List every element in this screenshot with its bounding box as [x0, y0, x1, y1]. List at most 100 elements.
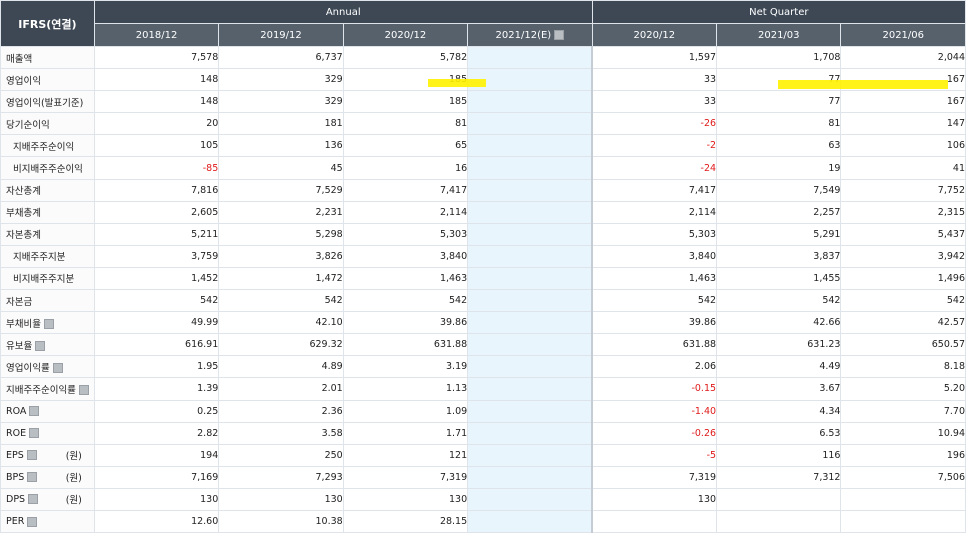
value-cell [467, 90, 593, 114]
value-cell: 3,840 [342, 244, 469, 268]
value-cell: 12.60 [93, 509, 220, 534]
help-icon[interactable] [28, 494, 39, 505]
value-cell: 650.57 [840, 333, 966, 357]
row-label: 지배주주순이익 [13, 141, 75, 153]
period-label: 2020/12 [384, 29, 427, 41]
value-cell: 5,782 [342, 45, 469, 70]
row-label: 영업이익(발표기준) [6, 97, 84, 109]
value-cell: 3,837 [716, 244, 842, 268]
value-cell: 3,840 [591, 244, 718, 268]
period-label: 2018/12 [135, 29, 178, 41]
value-cell [840, 487, 966, 511]
help-icon[interactable] [27, 516, 38, 527]
row-label-cell: 자본총계 [0, 222, 95, 246]
header-corner-label: IFRS(연결) [0, 0, 95, 47]
row-label: EPS [6, 449, 24, 461]
row-label-cell: 유보율 [0, 333, 95, 357]
row-label: 부채총계 [6, 208, 41, 220]
row-label: 자본금 [6, 296, 33, 308]
table-row: 자본금 542 542 542 542 542 542 [0, 289, 966, 313]
value-cell: 7,752 [840, 178, 966, 202]
value-cell: 116 [716, 443, 842, 467]
value-cell [467, 289, 593, 313]
value-cell: 63 [716, 134, 842, 158]
period-label: 2021/03 [757, 29, 800, 41]
value-cell: 2,315 [840, 200, 966, 224]
value-cell [467, 487, 593, 511]
row-label: 지배주주순이익률 [6, 384, 76, 396]
table-row: DPS (원) 130 130 130 130 [0, 487, 966, 511]
table-row: 지배주주순이익률 1.39 2.01 1.13 -0.15 3.67 5.20 [0, 377, 966, 401]
value-cell: 329 [218, 68, 344, 92]
table-row: 부채비율 49.99 42.10 39.86 39.86 42.66 42.57 [0, 311, 966, 335]
table-row: 유보율 616.91 629.32 631.88 631.88 631.23 650.57 [0, 333, 966, 357]
value-cell: 3.58 [218, 421, 344, 445]
row-label: DPS [6, 493, 26, 505]
value-cell [467, 333, 593, 357]
row-label-cell: 자산총계 [0, 178, 95, 202]
value-cell: 5,303 [342, 222, 469, 246]
help-icon[interactable] [29, 406, 40, 417]
value-cell: 3.67 [716, 377, 842, 401]
table-row: 자산총계 7,816 7,529 7,417 7,417 7,549 7,752 [0, 178, 966, 202]
value-cell: 7.70 [840, 399, 966, 423]
value-cell: 10.94 [840, 421, 966, 445]
value-cell: 1,496 [840, 266, 966, 291]
help-icon[interactable] [35, 341, 46, 352]
value-cell: 185 [342, 68, 469, 92]
row-label-cell: 부채비율 [0, 311, 95, 335]
row-label: 자산총계 [6, 186, 41, 198]
value-cell: 7,319 [591, 465, 718, 489]
help-icon[interactable] [29, 428, 40, 439]
value-cell: 1.09 [342, 399, 469, 423]
row-label-cell: EPS (원) [0, 443, 95, 467]
row-label-cell: 지배주주순이익 [0, 134, 95, 158]
help-icon[interactable] [27, 472, 38, 483]
period-header: 2018/12 [93, 23, 220, 47]
value-cell [467, 377, 593, 401]
value-cell: 5,303 [591, 222, 718, 246]
value-cell: 2,605 [93, 200, 220, 224]
row-label-cell: 영업이익 [0, 68, 95, 92]
value-cell: 1,597 [591, 45, 718, 70]
value-cell: 5,298 [218, 222, 344, 246]
value-cell: 81 [716, 112, 842, 136]
value-cell: 3,942 [840, 244, 966, 268]
row-label-cell: BPS (원) [0, 465, 95, 489]
value-cell: 105 [93, 134, 220, 158]
row-label: ROA [6, 405, 27, 417]
value-cell: 167 [840, 90, 966, 114]
period-label: 2021/06 [882, 29, 925, 41]
table-row: BPS (원) 7,169 7,293 7,319 7,319 7,312 7,506 [0, 465, 966, 489]
value-cell: 0.25 [93, 399, 220, 423]
table-row: 영업이익 148 329 185 33 77 167 [0, 68, 966, 92]
value-cell: 7,549 [716, 178, 842, 202]
value-cell: 148 [93, 90, 220, 114]
value-cell: 3,826 [218, 244, 344, 268]
unit-label: (원) [65, 473, 82, 485]
value-cell [467, 244, 593, 268]
help-icon[interactable] [52, 363, 63, 374]
row-label-cell: 영업이익(발표기준) [0, 90, 95, 114]
value-cell: 1,452 [93, 266, 220, 291]
value-cell: 542 [840, 289, 966, 313]
table-body: 매출액 7,578 6,737 5,782 1,597 1,708 2,044 영업이익 148… [0, 45, 966, 534]
help-icon[interactable] [78, 385, 89, 396]
value-cell: 45 [218, 156, 344, 180]
row-label-cell: 부채총계 [0, 200, 95, 224]
value-cell: 631.23 [716, 333, 842, 357]
table-row: ROE 2.82 3.58 1.71 -0.26 6.53 10.94 [0, 421, 966, 445]
help-icon[interactable] [43, 319, 54, 330]
value-cell: 130 [93, 487, 220, 511]
value-cell [467, 68, 593, 92]
value-cell: 106 [840, 134, 966, 158]
help-icon[interactable] [26, 450, 37, 461]
value-cell [467, 421, 593, 445]
value-cell: 2,114 [342, 200, 469, 224]
value-cell: 1,472 [218, 266, 344, 291]
header-group-net-quarter: Net Quarter [591, 0, 966, 24]
row-label: 비지배주주지분 [13, 274, 75, 286]
value-cell: 2.36 [218, 399, 344, 423]
row-label: 매출액 [6, 53, 33, 65]
help-icon[interactable] [554, 29, 565, 40]
